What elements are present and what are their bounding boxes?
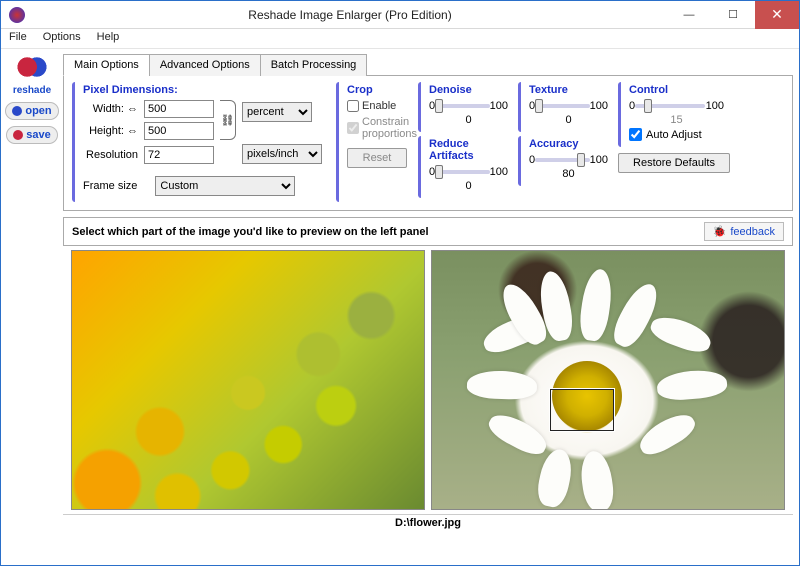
constrain-proportions-checkbox: Constrain proportions — [347, 116, 408, 140]
menu-options[interactable]: Options — [43, 31, 81, 46]
preview-hint: Select which part of the image you'd lik… — [72, 226, 429, 238]
frame-size-label: Frame size — [83, 180, 137, 192]
menu-help[interactable]: Help — [97, 31, 120, 46]
auto-adjust-checkbox[interactable]: Auto Adjust — [629, 128, 724, 141]
sidebar: reshade open save — [1, 49, 63, 533]
texture-slider[interactable] — [535, 104, 590, 108]
tabs: Main Options Advanced Options Batch Proc… — [63, 53, 793, 76]
pixel-dimensions-title: Pixel Dimensions: — [83, 84, 326, 96]
tab-advanced-options[interactable]: Advanced Options — [149, 54, 261, 76]
pixel-dimensions-group: Pixel Dimensions: Width: ⇔ Height: ⇔ — [72, 82, 332, 202]
accuracy-slider[interactable] — [535, 158, 590, 162]
denoise-group: Denoise 0100 0 — [418, 82, 514, 132]
selection-box[interactable] — [550, 389, 614, 431]
preview-header: Select which part of the image you'd lik… — [63, 217, 793, 246]
control-slider[interactable] — [635, 104, 705, 108]
accuracy-group: Accuracy 0100 80 — [518, 136, 614, 186]
reset-button[interactable]: Reset — [347, 148, 407, 168]
crop-title: Crop — [347, 84, 408, 96]
titlebar: Reshade Image Enlarger (Pro Edition) — ☐… — [1, 1, 799, 29]
open-button[interactable]: open — [5, 102, 58, 120]
save-button[interactable]: save — [6, 126, 57, 144]
crop-group: Crop Enable Constrain proportions Reset — [336, 82, 414, 202]
feedback-button[interactable]: 🐞feedback — [704, 222, 784, 241]
denoise-slider[interactable] — [435, 104, 490, 108]
link-proportions-icon[interactable]: ⛓ — [220, 100, 236, 140]
width-input[interactable] — [144, 100, 214, 118]
dimension-unit-select[interactable]: percent — [242, 102, 312, 122]
height-input[interactable] — [144, 122, 214, 140]
menu-file[interactable]: File — [9, 31, 27, 46]
restore-defaults-button[interactable]: Restore Defaults — [618, 153, 730, 173]
file-path: D:\flower.jpg — [63, 514, 793, 531]
link-icon-h: ⇔ — [127, 125, 138, 137]
resolution-unit-select[interactable]: pixels/inch — [242, 144, 322, 164]
minimize-button[interactable]: — — [667, 1, 711, 29]
reshade-logo-icon — [16, 55, 48, 79]
reduce-artifacts-group: Reduce Artifacts 0100 0 — [418, 136, 514, 198]
open-icon — [12, 106, 22, 116]
resolution-input[interactable] — [144, 146, 214, 164]
main-options-panel: Pixel Dimensions: Width: ⇔ Height: ⇔ — [63, 76, 793, 211]
save-icon — [13, 130, 23, 140]
close-button[interactable]: ✕ — [755, 1, 799, 29]
preview-left-zoomed[interactable] — [71, 250, 425, 510]
tab-batch-processing[interactable]: Batch Processing — [260, 54, 368, 76]
texture-value: 0 — [529, 114, 608, 126]
link-icon-w: ⇔ — [127, 103, 138, 115]
accuracy-value: 80 — [529, 168, 608, 180]
control-value: 15 — [629, 114, 724, 126]
width-label: Width: ⇔ — [83, 103, 138, 115]
crop-enable-checkbox[interactable]: Enable — [347, 100, 408, 112]
menubar: File Options Help — [1, 29, 799, 49]
preview-right-full[interactable] — [431, 250, 785, 510]
height-label: Height: ⇔ — [83, 125, 138, 137]
reduce-artifacts-value: 0 — [429, 180, 508, 192]
frame-size-select[interactable]: Custom — [155, 176, 295, 196]
window-title: Reshade Image Enlarger (Pro Edition) — [33, 8, 667, 22]
texture-group: Texture 0100 0 — [518, 82, 614, 132]
reduce-artifacts-slider[interactable] — [435, 170, 490, 174]
app-icon — [9, 7, 25, 23]
denoise-value: 0 — [429, 114, 508, 126]
resolution-label: Resolution — [83, 149, 138, 161]
maximize-button[interactable]: ☐ — [711, 1, 755, 29]
control-group: Control 0100 15 Auto Adjust — [618, 82, 730, 147]
brand-text: reshade — [13, 85, 51, 96]
tab-main-options[interactable]: Main Options — [63, 54, 150, 76]
ladybug-icon: 🐞 — [713, 225, 727, 238]
